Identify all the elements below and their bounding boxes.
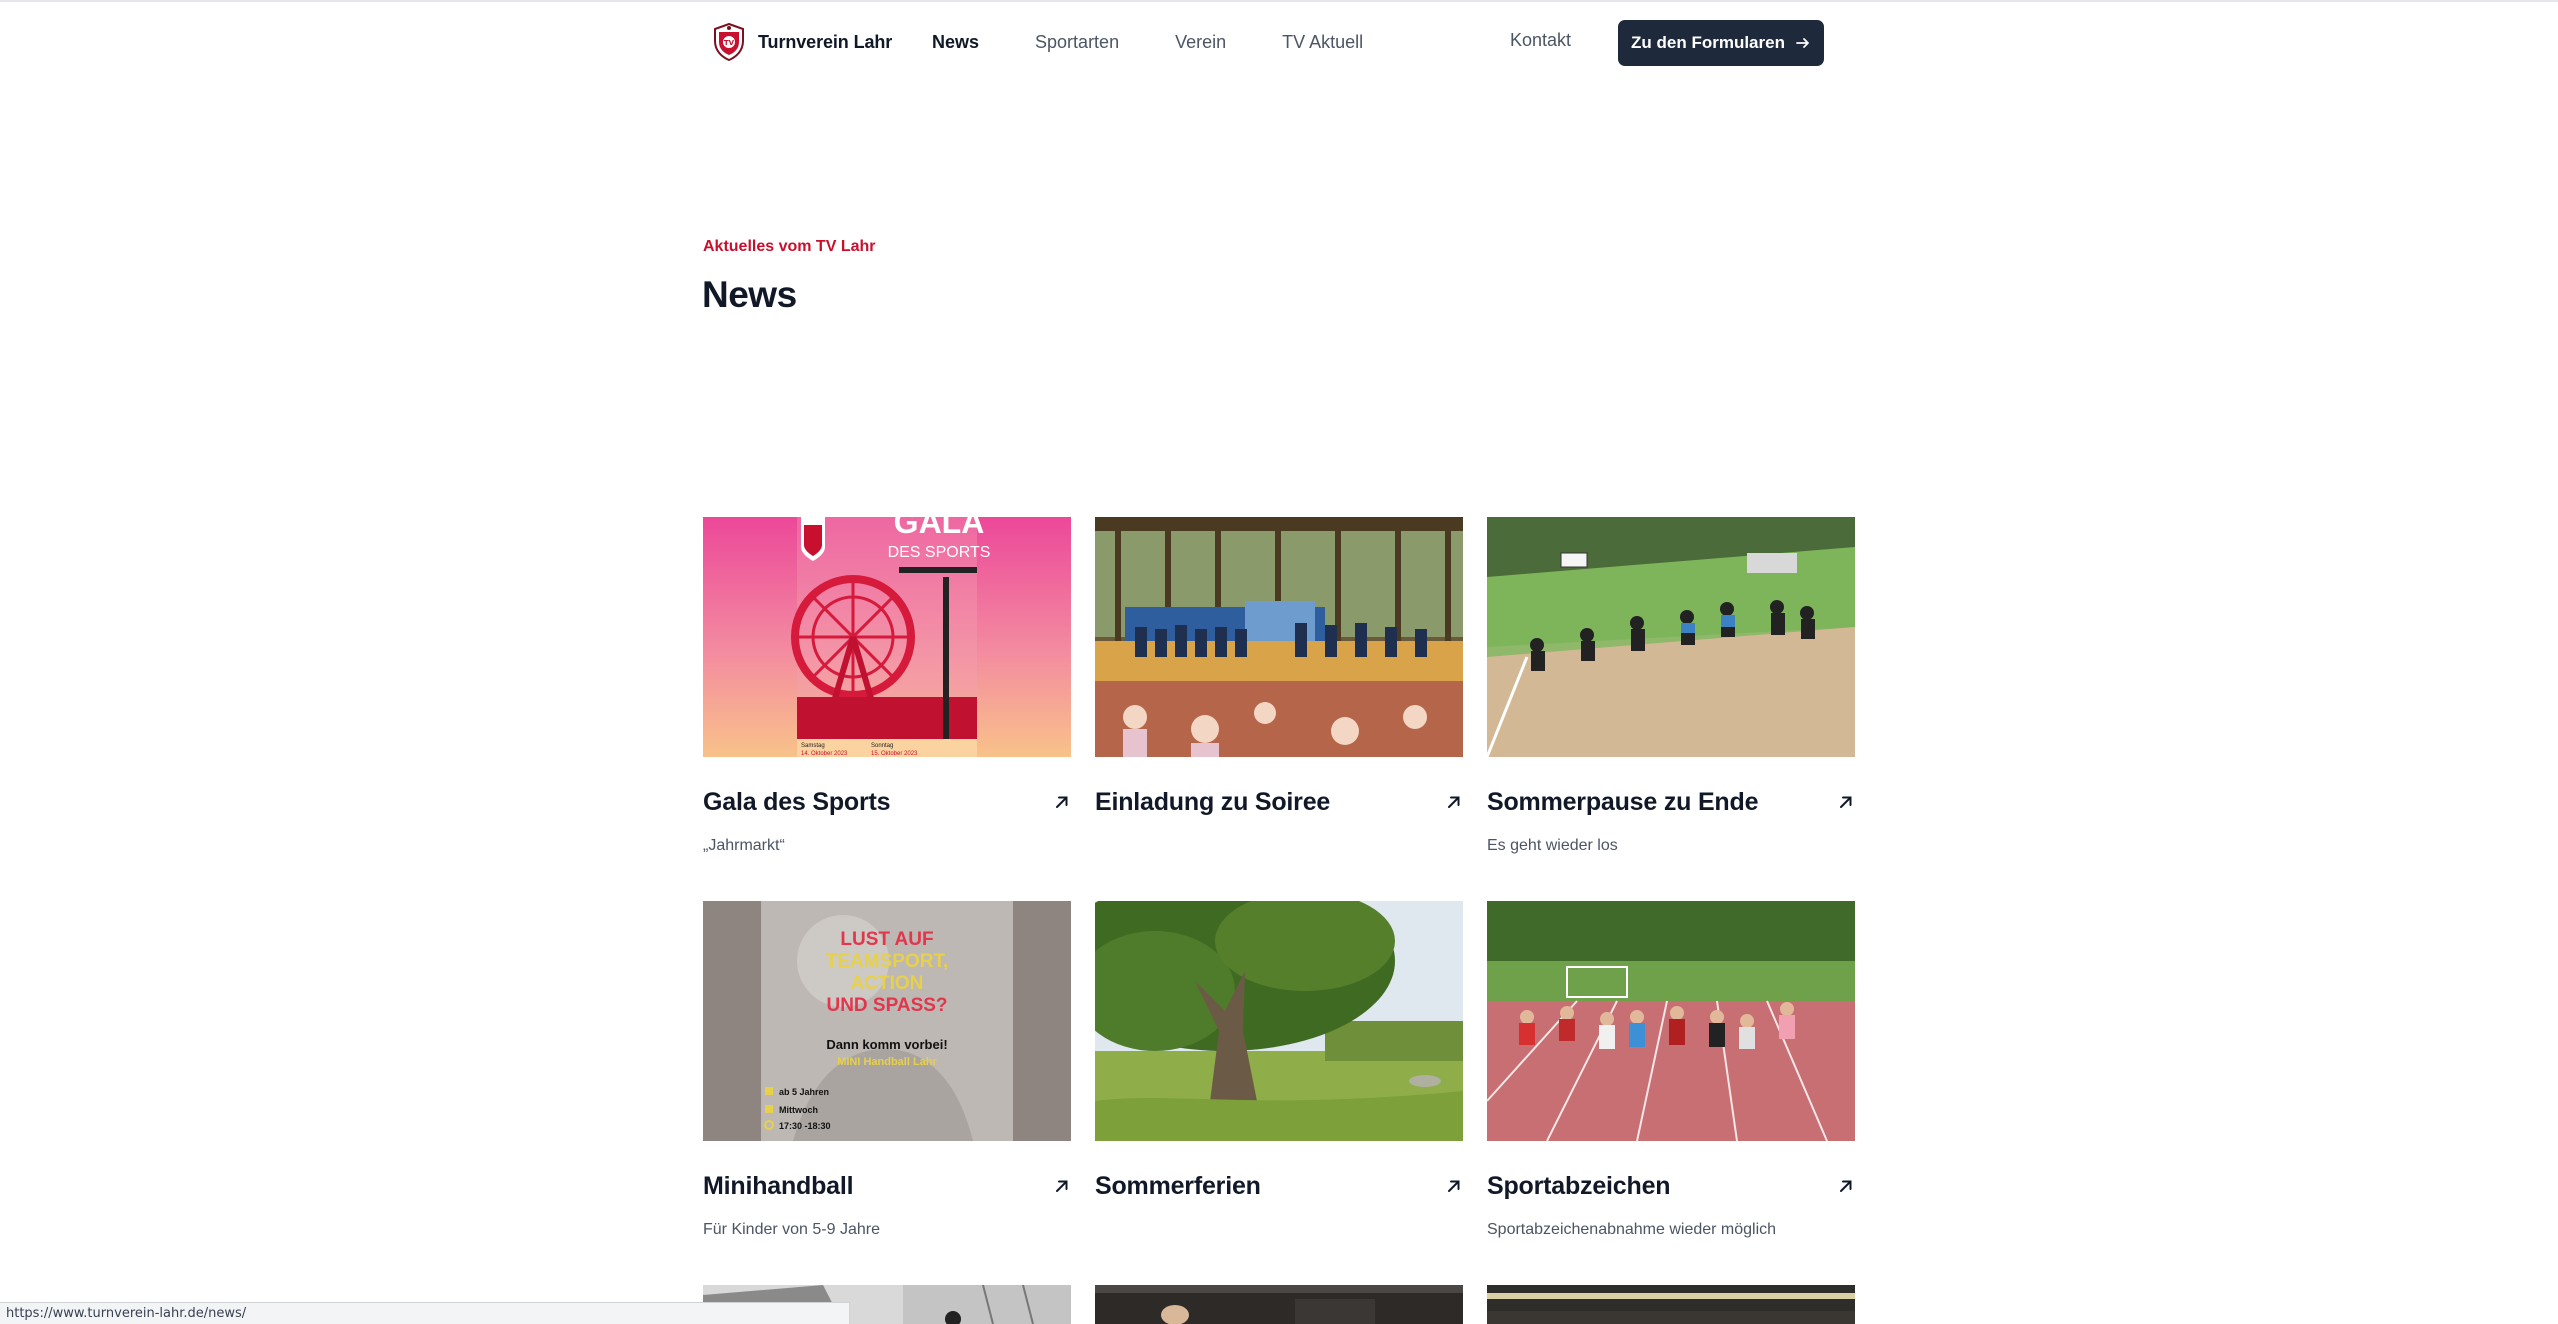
news-title: Einladung zu Soiree	[1095, 787, 1331, 816]
news-image-9	[1487, 1285, 1855, 1324]
gala-date1: 14. Oktober 2023	[801, 751, 848, 757]
main-nav: News Sportarten Verein TV Aktuell	[932, 0, 1363, 84]
arrow-up-right-icon	[1840, 796, 1852, 808]
brand-link[interactable]: TV Turnverein Lahr	[712, 22, 892, 62]
arrow-right-icon	[1796, 38, 1809, 48]
cta-label: Zu den Formularen	[1631, 33, 1785, 52]
nav-verein[interactable]: Verein	[1175, 32, 1226, 53]
news-card-sommerferien[interactable]: Sommerferien	[1095, 901, 1463, 1200]
arrow-up-right-icon	[1448, 1180, 1460, 1192]
arrow-up-right-icon	[1056, 796, 1068, 808]
news-title: Gala des Sports	[703, 787, 891, 816]
poster-day: Mittwoch	[779, 1105, 818, 1115]
brand-name: Turnverein Lahr	[758, 31, 893, 52]
news-subtitle: Es geht wieder los	[1487, 837, 1618, 854]
news-card-sommerpause[interactable]: Sommerpause zu Ende Es geht wieder los	[1487, 517, 1855, 854]
arrow-up-right-icon	[1056, 1180, 1068, 1192]
news-image-minihandball: LUST AUF TEAMSPORT, ACTION UND SPASS? Da…	[703, 901, 1071, 1141]
poster-line4: UND SPASS?	[826, 995, 947, 1016]
news-card-soiree[interactable]: Einladung zu Soiree	[1095, 517, 1463, 816]
news-subtitle: „Jahrmarkt“	[703, 837, 785, 854]
poster-line1: LUST AUF	[840, 929, 933, 950]
nav-tv-aktuell[interactable]: TV Aktuell	[1282, 32, 1363, 53]
poster-age: ab 5 Jahren	[779, 1087, 829, 1097]
poster-line5: Dann komm vorbei!	[826, 1037, 947, 1052]
news-image-sommerpause	[1487, 517, 1855, 757]
gala-headline: GALA	[894, 517, 985, 540]
news-card-minihandball[interactable]: LUST AUF TEAMSPORT, ACTION UND SPASS? Da…	[703, 901, 1071, 1238]
poster-line2: TEAMSPORT,	[826, 951, 948, 972]
news-title: Minihandball	[703, 1171, 854, 1200]
gala-date2-day: Sonntag	[871, 743, 893, 749]
page-title: News	[702, 274, 797, 315]
arrow-up-right-icon	[1840, 1180, 1852, 1192]
nav-kontakt[interactable]: Kontakt	[1510, 30, 1571, 51]
news-image-gala: GALA DES SPORTS Samstag 14. Oktober 2023…	[703, 517, 1071, 757]
poster-time: 17:30 -18:30	[779, 1121, 831, 1131]
nav-sportarten[interactable]: Sportarten	[1035, 32, 1119, 53]
news-image-sommerferien	[1095, 901, 1463, 1141]
section-eyebrow: Aktuelles vom TV Lahr	[703, 238, 876, 255]
browser-status-url: https://www.turnverein-lahr.de/news/	[0, 1302, 850, 1324]
news-image-8	[1095, 1285, 1463, 1324]
news-subtitle: Für Kinder von 5-9 Jahre	[703, 1221, 880, 1238]
news-card-sportabzeichen[interactable]: Sportabzeichen Sportabzeichenabnahme wie…	[1487, 901, 1855, 1238]
site-header: TV Turnverein Lahr News Sportarten Verei…	[0, 0, 2558, 86]
news-card-8[interactable]	[1095, 1285, 1463, 1324]
gala-date2: 15. Oktober 2023	[871, 751, 918, 757]
news-subtitle: Sportabzeichenabnahme wieder möglich	[1487, 1221, 1777, 1238]
news-title: Sommerpause zu Ende	[1487, 787, 1759, 816]
gala-sub: DES SPORTS	[888, 544, 991, 561]
club-crest-icon: TV	[714, 23, 744, 61]
news-title: Sportabzeichen	[1487, 1171, 1671, 1200]
forms-cta-button[interactable]: Zu den Formularen	[1618, 20, 1824, 66]
news-title: Sommerferien	[1095, 1171, 1261, 1200]
arrow-up-right-icon	[1448, 796, 1460, 808]
news-card-gala[interactable]: GALA DES SPORTS Samstag 14. Oktober 2023…	[703, 517, 1071, 854]
news-image-sportabzeichen	[1487, 901, 1855, 1141]
poster-line6: MINI Handball Lahr	[837, 1056, 937, 1068]
gala-date1-day: Samstag	[801, 743, 825, 749]
nav-news[interactable]: News	[932, 32, 979, 53]
news-image-soiree	[1095, 517, 1463, 757]
svg-text:TV: TV	[724, 39, 735, 47]
poster-line3: ACTION	[851, 973, 924, 994]
news-card-9[interactable]	[1487, 1285, 1855, 1324]
